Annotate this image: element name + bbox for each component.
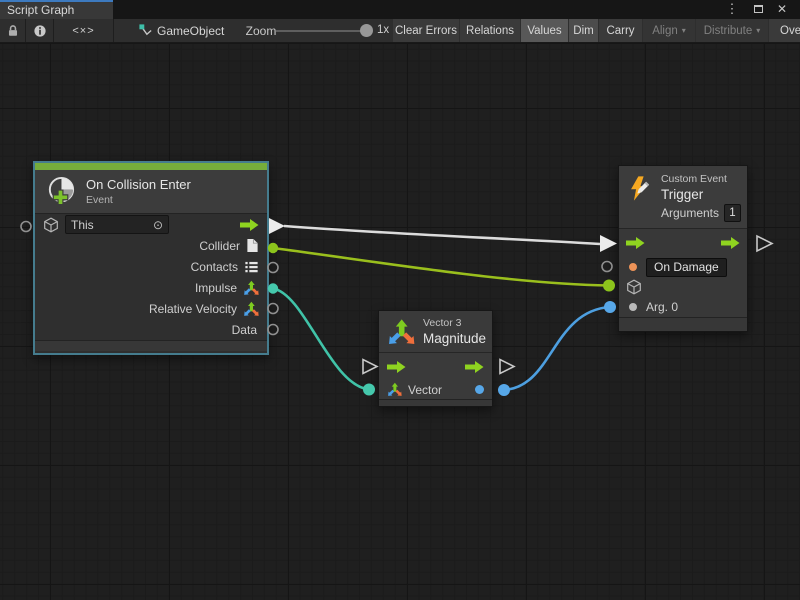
unity-visual-scripting-window: Script Graph ⋮ ✕ <×>	[0, 0, 800, 600]
window-close-icon[interactable]: ✕	[772, 0, 792, 19]
chevron-down-icon: ▾	[682, 26, 686, 35]
node-footer	[35, 340, 267, 351]
node-header[interactable]: Vector 3 Magnitude	[379, 311, 492, 353]
port-row-data[interactable]: Data	[35, 319, 267, 340]
target-object-field[interactable]: This ⊙	[65, 215, 169, 234]
lock-button[interactable]	[0, 19, 26, 42]
node-header[interactable]: Custom Event Trigger Arguments 1	[619, 166, 747, 229]
relations-button[interactable]: Relations	[460, 19, 520, 42]
flow-port-row	[619, 229, 747, 257]
node-trigger-custom-event[interactable]: Custom Event Trigger Arguments 1 On Dama…	[618, 165, 748, 332]
inspect-button[interactable]	[26, 19, 54, 42]
info-icon	[33, 24, 47, 38]
values-toggle-button[interactable]: Values	[521, 19, 568, 42]
lock-icon	[6, 24, 20, 38]
flow-input-port[interactable]	[387, 361, 406, 373]
node-vector3-magnitude[interactable]: Vector 3 Magnitude Vector	[378, 310, 493, 407]
string-input-port[interactable]	[629, 263, 637, 271]
port-row-relative-velocity[interactable]: Relative Velocity	[35, 298, 267, 319]
port-row-impulse[interactable]: Impulse	[35, 277, 267, 298]
arguments-count-field[interactable]: 1	[724, 204, 741, 222]
graph-toolbar: <×> GameObject Zoom 1x Clear Errors Rela…	[0, 19, 800, 43]
window-maximize-icon[interactable]	[748, 0, 768, 19]
list-icon	[244, 260, 259, 274]
arg0-input-port[interactable]	[629, 303, 637, 311]
node-title: Magnitude	[423, 331, 486, 346]
event-name-field[interactable]: On Damage	[646, 258, 727, 277]
node-type-label: Vector 3	[423, 317, 486, 329]
node-title: Trigger	[661, 187, 741, 202]
node-footer	[379, 399, 492, 406]
node-type-label: Custom Event	[661, 173, 741, 185]
flow-output-port[interactable]	[465, 361, 484, 373]
vector3-icon	[243, 301, 259, 317]
vector3-icon	[387, 382, 402, 397]
align-dropdown-button[interactable]: Align▾	[643, 19, 695, 42]
node-on-collision-enter[interactable]: On Collision Enter Event This ⊙ Collider	[33, 161, 269, 355]
code-preview-button[interactable]: <×>	[54, 19, 114, 42]
node-subtitle: Event	[86, 194, 191, 206]
zoom-slider-handle[interactable]	[360, 24, 373, 37]
vector3-icon	[243, 280, 259, 296]
port-row-arg0[interactable]: Arg. 0	[619, 297, 747, 317]
document-icon	[246, 238, 259, 253]
port-row-contacts[interactable]: Contacts	[35, 256, 267, 277]
flow-port-row	[379, 353, 492, 380]
gameobject-cube-icon	[626, 279, 642, 295]
port-row-vector[interactable]: Vector	[379, 380, 492, 399]
clear-errors-button[interactable]: Clear Errors	[393, 19, 459, 42]
node-header[interactable]: On Collision Enter Event	[35, 170, 267, 214]
flow-output-port[interactable]	[721, 237, 740, 249]
gameobject-breadcrumb[interactable]: GameObject	[157, 19, 237, 42]
dim-toggle-button[interactable]: Dim	[569, 19, 598, 42]
zoom-slider-track[interactable]	[276, 30, 368, 32]
object-picker-icon[interactable]: ⊙	[153, 218, 163, 232]
flow-output-port[interactable]	[240, 219, 259, 231]
chevron-down-icon: ▾	[756, 26, 760, 35]
overview-button[interactable]: Overview	[769, 19, 800, 42]
node-footer	[619, 317, 747, 330]
vector3-icon	[387, 318, 415, 346]
gameobject-cube-icon	[43, 217, 59, 233]
tab-strip: Script Graph ⋮ ✕	[0, 0, 800, 19]
tab-title: Script Graph	[7, 3, 74, 17]
collision-event-icon	[45, 176, 76, 207]
float-output-port[interactable]	[475, 385, 484, 394]
code-icon: <×>	[72, 25, 94, 37]
flow-input-port[interactable]	[626, 237, 645, 249]
arguments-label: Arguments	[661, 206, 719, 220]
tab-script-graph[interactable]: Script Graph	[0, 0, 113, 19]
graph-pointer-icon	[136, 19, 154, 42]
custom-event-bolt-pencil-icon	[627, 172, 653, 205]
port-row-collider[interactable]: Collider	[35, 235, 267, 256]
distribute-dropdown-button[interactable]: Distribute▾	[696, 19, 768, 42]
port-row-target[interactable]	[619, 277, 747, 297]
target-port-row: This ⊙	[35, 214, 267, 235]
event-accent-strip	[35, 163, 267, 170]
zoom-value: 1x	[377, 19, 389, 42]
node-title: On Collision Enter	[86, 177, 191, 192]
zoom-label: Zoom	[245, 19, 277, 42]
carry-button[interactable]: Carry	[599, 19, 642, 42]
port-row-event-name[interactable]: On Damage	[619, 257, 747, 277]
window-menu-icon[interactable]: ⋮	[722, 0, 742, 19]
maximize-box-icon	[754, 5, 763, 13]
